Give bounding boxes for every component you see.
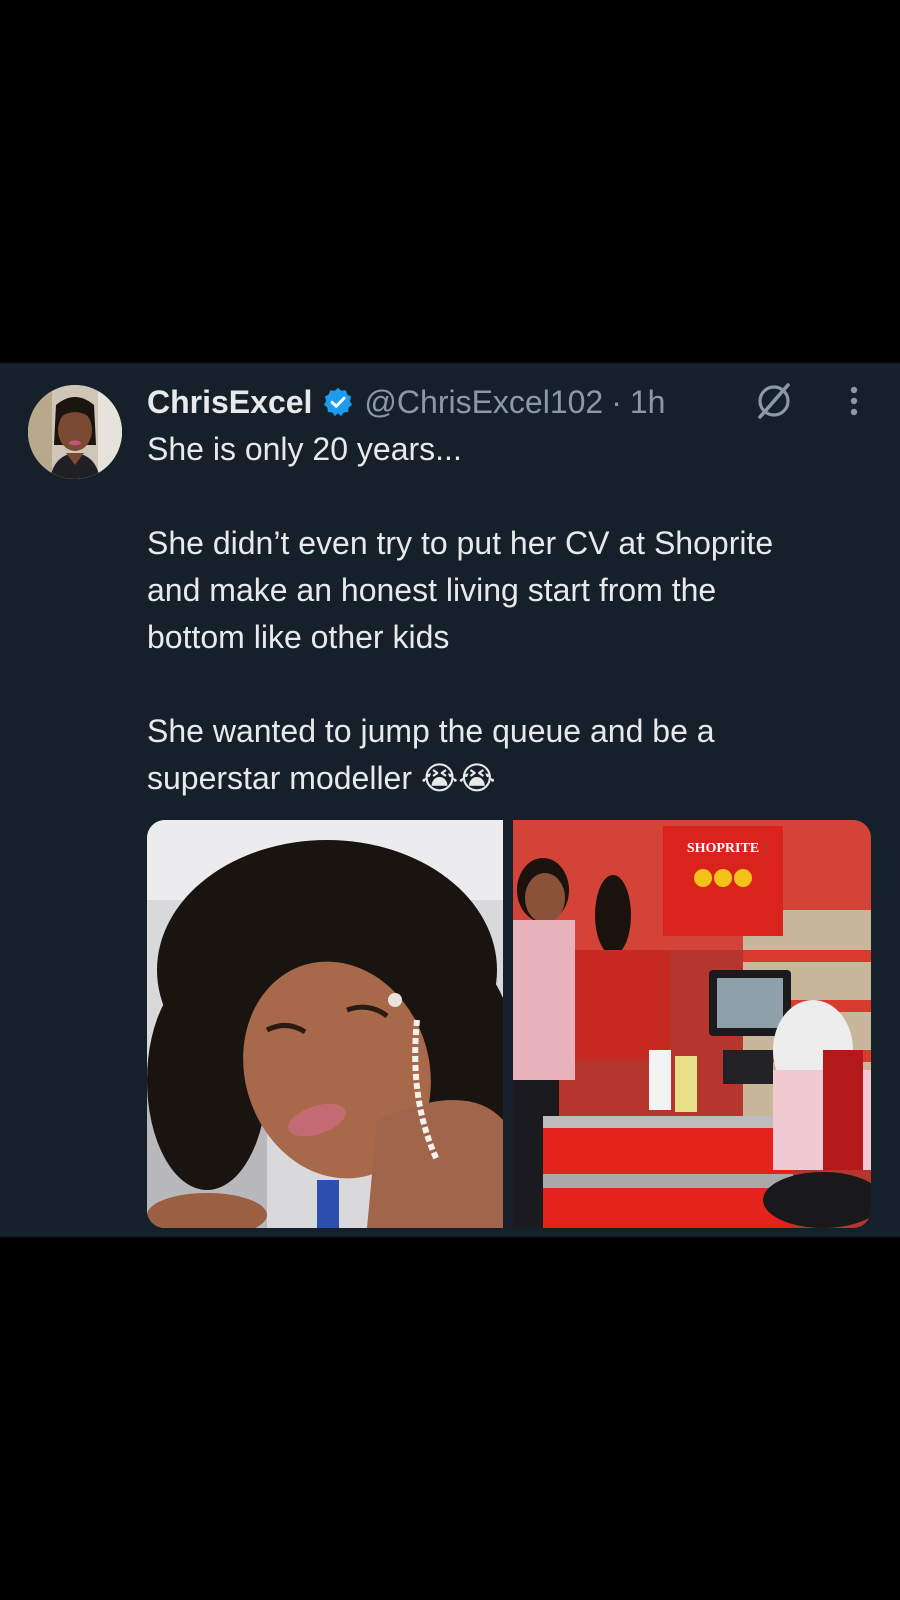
screen: ChrisExcel @ChrisExcel102 · 1h She is on… bbox=[0, 0, 900, 1600]
media-image-left[interactable] bbox=[147, 820, 503, 1228]
author-handle[interactable]: @ChrisExcel102 bbox=[364, 384, 603, 421]
tweet-line: She is only 20 years... bbox=[147, 431, 462, 467]
tweet-card[interactable]: ChrisExcel @ChrisExcel102 · 1h She is on… bbox=[0, 363, 900, 1237]
tweet-text: She is only 20 years... She didn’t even … bbox=[147, 426, 867, 802]
grok-icon[interactable] bbox=[752, 379, 796, 423]
tweet-timestamp[interactable]: 1h bbox=[630, 384, 666, 421]
tweet-line: superstar modeller 😭😭 bbox=[147, 760, 496, 796]
tweet-media[interactable]: SHOPRITE bbox=[147, 820, 871, 1228]
more-options-icon[interactable] bbox=[836, 381, 872, 421]
tweet-line: and make an honest living start from the bbox=[147, 572, 717, 608]
tweet-line: bottom like other kids bbox=[147, 619, 450, 655]
separator-dot: · bbox=[611, 383, 622, 420]
tweet-line: She wanted to jump the queue and be a bbox=[147, 713, 715, 749]
crying-woman-photo bbox=[147, 820, 503, 1228]
avatar-image bbox=[28, 385, 122, 479]
author-name[interactable]: ChrisExcel bbox=[147, 384, 312, 421]
store-sign-text: SHOPRITE bbox=[687, 841, 759, 856]
tweet-line: She didn’t even try to put her CV at Sho… bbox=[147, 525, 774, 561]
media-image-right[interactable]: SHOPRITE bbox=[513, 820, 871, 1228]
avatar[interactable] bbox=[28, 385, 122, 479]
tweet-header: ChrisExcel @ChrisExcel102 · 1h bbox=[147, 377, 665, 427]
shoprite-checkout-photo: SHOPRITE bbox=[513, 820, 871, 1228]
verified-badge-icon bbox=[322, 386, 354, 418]
